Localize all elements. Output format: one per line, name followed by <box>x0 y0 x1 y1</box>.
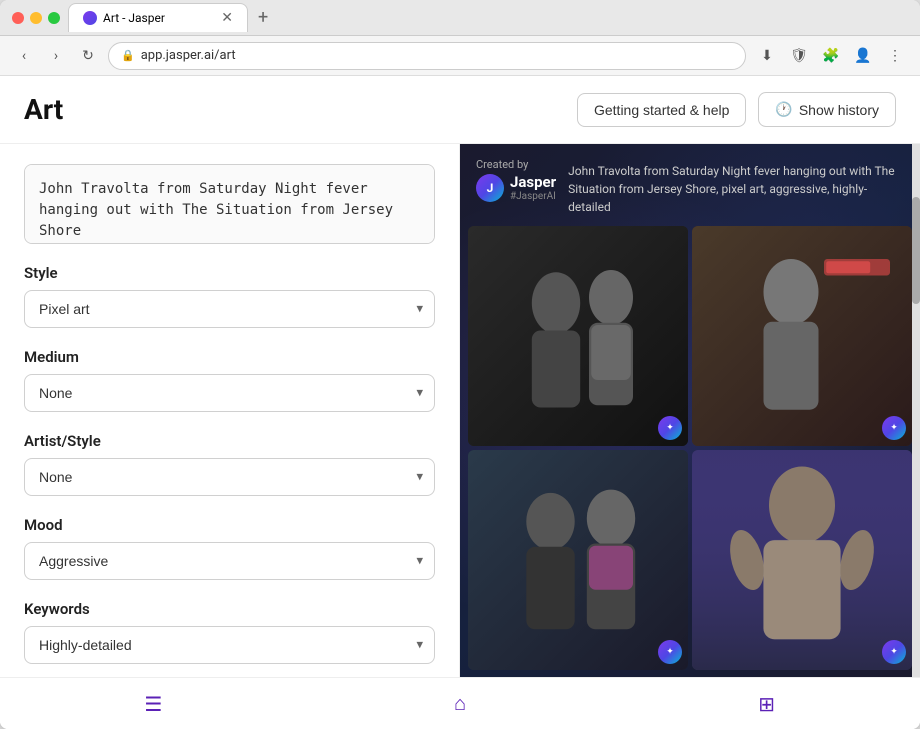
result-description: John Travolta from Saturday Night fever … <box>568 158 904 216</box>
medium-label: Medium <box>24 348 435 366</box>
jasper-logo-icon: J <box>476 174 504 202</box>
images-grid: ✦ <box>460 226 920 677</box>
window-controls <box>12 12 60 24</box>
browser-titlebar: Art - Jasper ✕ + <box>0 0 920 36</box>
download-btn[interactable]: ⬇ <box>754 43 780 69</box>
app-body: Style Pixel art None Realistic Anime ▾ M… <box>0 144 920 677</box>
mood-section: Mood Aggressive None Happy Sad Mysteriou… <box>24 516 435 580</box>
profile-btn[interactable]: 👤 <box>850 43 876 69</box>
tab-bar: Art - Jasper ✕ + <box>68 3 908 32</box>
jasper-name: Jasper <box>510 173 556 191</box>
url-text: app.jasper.ai/art <box>141 48 236 63</box>
tab-title: Art - Jasper <box>103 11 165 25</box>
image-3-badge: ✦ <box>658 640 682 664</box>
bottom-home-button[interactable]: ⌂ <box>430 684 490 724</box>
show-history-label: Show history <box>799 102 879 118</box>
shield-btn[interactable]: 🛡 <box>786 43 812 69</box>
mood-select[interactable]: Aggressive None Happy Sad Mysterious <box>24 542 435 580</box>
creator-info: Created by J Jasper #JasperAI <box>476 158 556 202</box>
address-bar[interactable]: 🔒 app.jasper.ai/art <box>108 42 746 70</box>
forward-icon: › <box>54 48 58 64</box>
keywords-select[interactable]: Highly-detailed None Photorealistic Abst… <box>24 626 435 664</box>
style-section: Style Pixel art None Realistic Anime ▾ <box>24 264 435 328</box>
active-tab[interactable]: Art - Jasper ✕ <box>68 3 248 32</box>
generated-image-3[interactable]: ✦ <box>468 450 688 670</box>
lock-icon: 🔒 <box>121 49 135 62</box>
back-icon: ‹ <box>22 48 26 64</box>
style-label: Style <box>24 264 435 282</box>
artist-select[interactable]: None Picasso Van Gogh Banksy <box>24 458 435 496</box>
reload-btn[interactable]: ↻ <box>76 44 100 68</box>
image-2-badge: ✦ <box>882 416 906 440</box>
clock-icon: 🕐 <box>775 101 792 118</box>
result-card: Created by J Jasper #JasperAI John Travo… <box>460 144 920 677</box>
grid-icon: ⊞ <box>758 692 775 716</box>
right-panel: Created by J Jasper #JasperAI John Travo… <box>460 144 920 677</box>
result-header: Created by J Jasper #JasperAI John Travo… <box>460 144 920 226</box>
artist-section: Artist/Style None Picasso Van Gogh Banks… <box>24 432 435 496</box>
minimize-window-btn[interactable] <box>30 12 42 24</box>
browser-frame: Art - Jasper ✕ + ‹ › ↻ 🔒 app.jasper.ai/a… <box>0 0 920 729</box>
maximize-window-btn[interactable] <box>48 12 60 24</box>
medium-select-wrapper: None Oil painting Watercolor Digital art… <box>24 374 435 412</box>
created-by-label: Created by <box>476 158 556 171</box>
page-title: Art <box>24 93 565 126</box>
browser-nav: ‹ › ↻ 🔒 app.jasper.ai/art ⬇ 🛡 🧩 👤 ⋮ <box>0 36 920 76</box>
menu-btn[interactable]: ⋮ <box>882 43 908 69</box>
home-icon: ⌂ <box>454 691 466 716</box>
reload-icon: ↻ <box>82 48 94 64</box>
back-btn[interactable]: ‹ <box>12 44 36 68</box>
getting-started-label: Getting started & help <box>594 102 729 118</box>
app-content: Art Getting started & help 🕐 Show histor… <box>0 76 920 729</box>
app-header: Art Getting started & help 🕐 Show histor… <box>0 76 920 144</box>
artist-select-wrapper: None Picasso Van Gogh Banksy ▾ <box>24 458 435 496</box>
image-4-badge: ✦ <box>882 640 906 664</box>
style-select-wrapper: Pixel art None Realistic Anime ▾ <box>24 290 435 328</box>
bottom-menu-button[interactable]: ☰ <box>123 684 183 724</box>
prompt-input[interactable] <box>24 164 435 244</box>
image-1-badge: ✦ <box>658 416 682 440</box>
left-panel: Style Pixel art None Realistic Anime ▾ M… <box>0 144 460 677</box>
jasper-hashtag: #JasperAI <box>510 191 556 202</box>
jasper-logo: J Jasper #JasperAI <box>476 173 556 202</box>
tab-close-btn[interactable]: ✕ <box>221 10 233 26</box>
mood-select-wrapper: Aggressive None Happy Sad Mysterious ▾ <box>24 542 435 580</box>
style-select[interactable]: Pixel art None Realistic Anime <box>24 290 435 328</box>
show-history-button[interactable]: 🕐 Show history <box>758 92 896 127</box>
keywords-section: Keywords Highly-detailed None Photoreali… <box>24 600 435 664</box>
new-tab-btn[interactable]: + <box>252 7 274 28</box>
keywords-select-wrapper: Highly-detailed None Photorealistic Abst… <box>24 626 435 664</box>
keywords-label: Keywords <box>24 600 435 618</box>
medium-select[interactable]: None Oil painting Watercolor Digital art <box>24 374 435 412</box>
generated-image-1[interactable]: ✦ <box>468 226 688 446</box>
artist-label: Artist/Style <box>24 432 435 450</box>
medium-section: Medium None Oil painting Watercolor Digi… <box>24 348 435 412</box>
generated-image-4[interactable]: ✦ <box>692 450 912 670</box>
hamburger-icon: ☰ <box>144 692 162 716</box>
bottom-grid-button[interactable]: ⊞ <box>737 684 797 724</box>
generated-image-2[interactable]: ✦ <box>692 226 912 446</box>
bottom-nav: ☰ ⌂ ⊞ <box>0 677 920 729</box>
browser-actions: ⬇ 🛡 🧩 👤 ⋮ <box>754 43 908 69</box>
tab-favicon <box>83 11 97 25</box>
close-window-btn[interactable] <box>12 12 24 24</box>
forward-btn[interactable]: › <box>44 44 68 68</box>
getting-started-button[interactable]: Getting started & help <box>577 93 746 127</box>
extensions-btn[interactable]: 🧩 <box>818 43 844 69</box>
mood-label: Mood <box>24 516 435 534</box>
